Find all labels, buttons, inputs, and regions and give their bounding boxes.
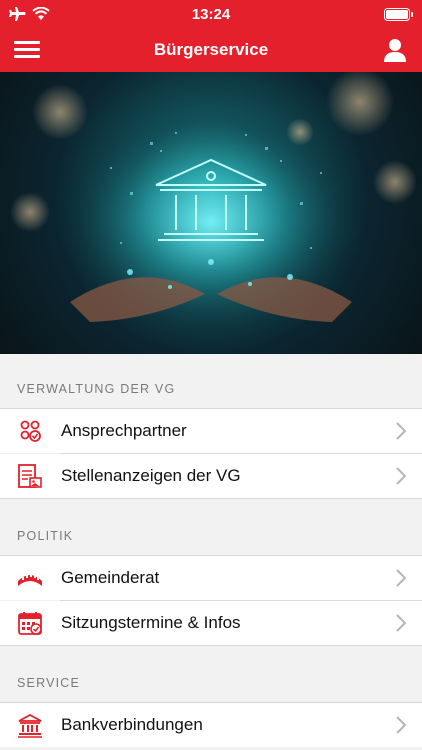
- chevron-right-icon: [396, 422, 406, 440]
- status-bar: 13:24: [0, 0, 422, 28]
- list-item-label: Gemeinderat: [61, 568, 160, 587]
- list-item-sitzungstermine[interactable]: Sitzungstermine & Infos: [0, 601, 422, 645]
- job-posting-icon: [18, 464, 42, 488]
- list-item-ansprechpartner[interactable]: Ansprechpartner: [0, 409, 422, 453]
- list-item-label: Stellenanzeigen der VG: [61, 466, 241, 485]
- list-item-stellenanzeigen[interactable]: Stellenanzeigen der VG: [0, 454, 422, 498]
- service-list: VERWALTUNG DER VG Ansprechpartner Stelle…: [0, 354, 422, 750]
- page-title: Bürgerservice: [153, 40, 269, 59]
- chevron-right-icon: [396, 716, 406, 734]
- section-header-service: SERVICE: [17, 676, 81, 690]
- chevron-right-icon: [396, 614, 406, 632]
- user-icon[interactable]: [384, 38, 406, 62]
- chevron-right-icon: [396, 569, 406, 587]
- list-item-bankverbindungen[interactable]: Bankverbindungen: [0, 703, 422, 747]
- list-item-label: Ansprechpartner: [61, 421, 187, 440]
- list-item-label: Bankverbindungen: [61, 715, 203, 734]
- calendar-icon: [18, 612, 42, 635]
- battery-icon: [384, 8, 413, 21]
- chevron-right-icon: [396, 467, 406, 485]
- nav-bar: Bürgerservice: [0, 28, 422, 72]
- section-header-verwaltung: VERWALTUNG DER VG: [17, 382, 176, 396]
- hero-image: [0, 72, 422, 354]
- people-icon: [20, 420, 41, 442]
- list-item-label: Sitzungstermine & Infos: [61, 613, 241, 632]
- section-header-politik: POLITIK: [17, 529, 74, 543]
- council-icon: [18, 574, 42, 586]
- status-time: 13:24: [191, 6, 231, 23]
- bank-icon: [18, 713, 42, 738]
- list-item-gemeinderat[interactable]: Gemeinderat: [0, 556, 422, 600]
